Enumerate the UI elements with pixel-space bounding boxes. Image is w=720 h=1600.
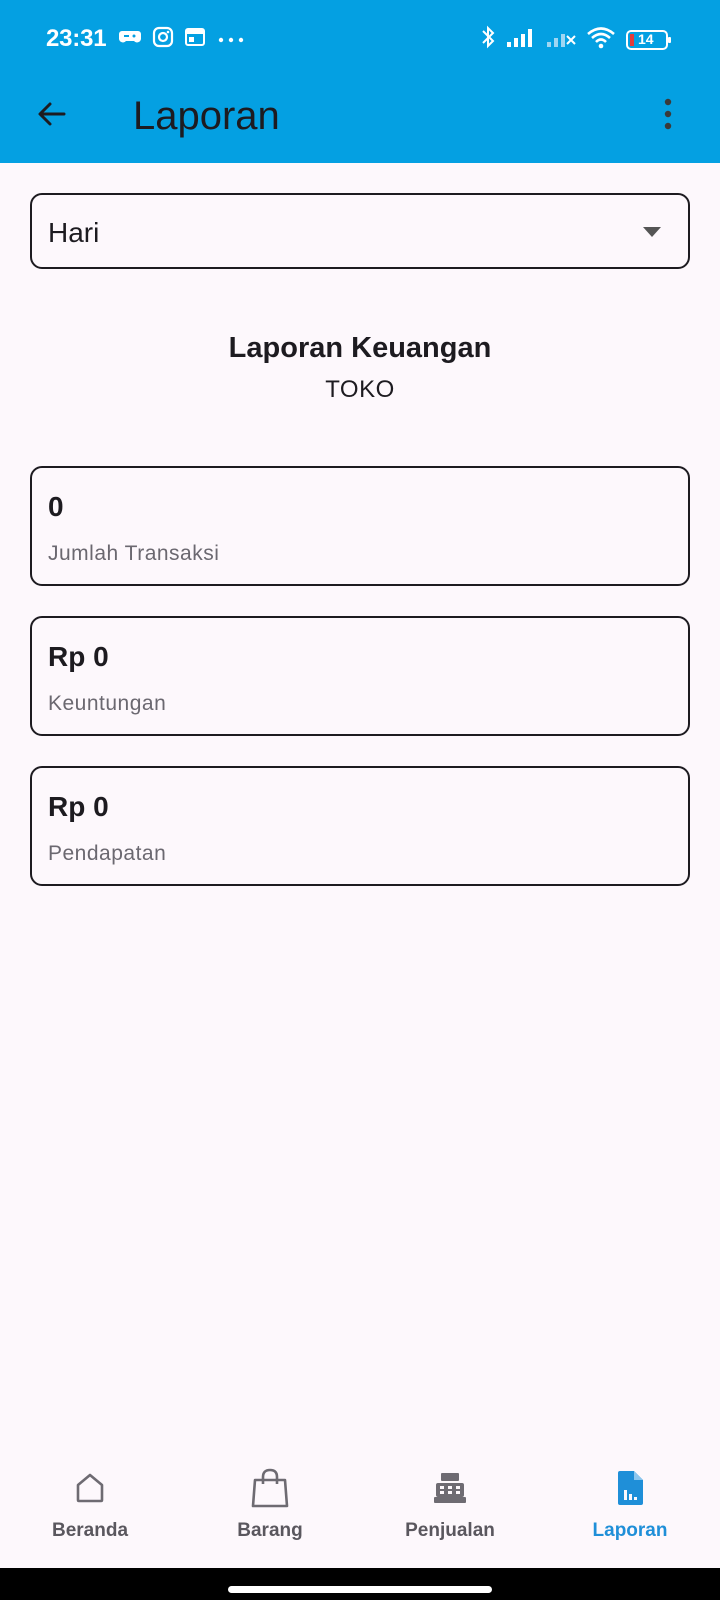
calendar-icon <box>184 27 206 52</box>
page-title: Laporan <box>133 94 280 138</box>
nav-item-beranda[interactable]: Beranda <box>0 1446 180 1568</box>
gesture-handle[interactable] <box>228 1586 492 1593</box>
nav-label: Penjualan <box>405 1520 495 1541</box>
card-value: 0 <box>48 491 64 522</box>
report-subtitle: TOKO <box>325 376 395 403</box>
more-vert-icon <box>664 98 672 135</box>
arrow-back-icon <box>36 98 68 135</box>
report-title: Laporan Keuangan <box>228 332 492 364</box>
nav-label: Beranda <box>51 1520 129 1541</box>
instagram-icon <box>152 26 174 53</box>
app-bar: Laporan <box>0 80 720 163</box>
transaction-count-card: 0 Jumlah Transaksi <box>30 466 690 586</box>
gesture-navigation-area <box>0 1568 720 1600</box>
period-dropdown-value: Hari <box>48 217 100 248</box>
more-options-button[interactable] <box>644 92 692 140</box>
battery-level: 14 <box>638 30 654 47</box>
signal-icon <box>506 26 536 53</box>
card-label: Keuntungan <box>48 692 167 715</box>
nav-item-barang[interactable]: Barang <box>180 1446 360 1568</box>
battery-icon: 14 <box>626 28 672 52</box>
status-time: 23:31 <box>46 25 107 52</box>
period-dropdown[interactable]: Hari <box>30 193 690 269</box>
shopping-bag-icon <box>250 1468 290 1508</box>
more-dots-icon <box>216 31 246 49</box>
revenue-card: Rp 0 Pendapatan <box>30 766 690 886</box>
cash-register-icon <box>430 1468 470 1508</box>
bluetooth-icon <box>480 24 496 55</box>
bottom-navigation: Beranda Barang Penjualan Laporan <box>0 1446 720 1568</box>
dropdown-arrow-icon <box>642 225 662 243</box>
wifi-icon <box>586 25 616 54</box>
card-value: Rp 0 <box>48 641 109 672</box>
home-icon <box>70 1468 110 1508</box>
nav-item-laporan[interactable]: Laporan <box>540 1446 720 1568</box>
card-label: Pendapatan <box>48 842 167 865</box>
report-icon <box>610 1468 650 1508</box>
nav-item-penjualan[interactable]: Penjualan <box>360 1446 540 1568</box>
signal-no-service-icon <box>546 26 576 53</box>
status-bar: 23:31 14 <box>0 0 720 80</box>
profit-card: Rp 0 Keuntungan <box>30 616 690 736</box>
back-button[interactable] <box>28 92 76 140</box>
game-icon <box>118 27 142 52</box>
nav-label: Laporan <box>592 1520 668 1541</box>
card-value: Rp 0 <box>48 791 109 822</box>
nav-label: Barang <box>237 1520 303 1541</box>
card-label: Jumlah Transaksi <box>48 542 220 565</box>
